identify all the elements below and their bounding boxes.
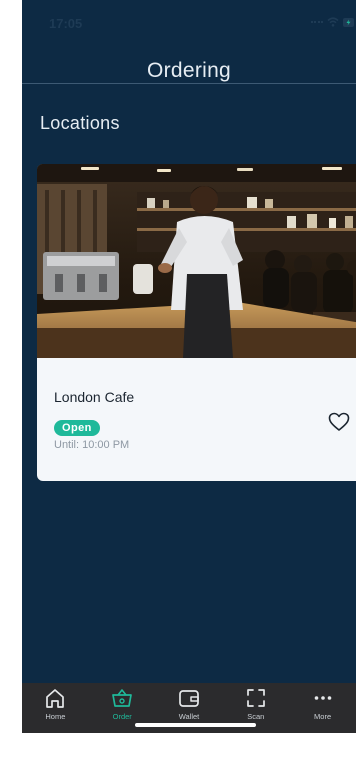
more-icon: [311, 686, 335, 710]
wifi-icon: [327, 17, 339, 27]
page-title: Ordering: [146, 59, 232, 82]
status-time: 17:05: [49, 16, 83, 31]
tab-home[interactable]: Home: [22, 683, 89, 733]
basket-icon: [110, 686, 134, 710]
status-bar: 17:05: [22, 0, 356, 46]
tab-home-label: Home: [45, 712, 66, 721]
scan-icon: [244, 686, 268, 710]
tab-more-label: More: [314, 712, 332, 721]
heart-icon[interactable]: [328, 412, 350, 432]
wallet-icon: [177, 686, 201, 710]
tab-scan-label: Scan: [247, 712, 265, 721]
tab-wallet-label: Wallet: [178, 712, 200, 721]
nav-header: Ordering: [22, 46, 356, 84]
status-badge: Open: [54, 420, 100, 436]
home-indicator: [135, 723, 256, 727]
tab-more[interactable]: More: [289, 683, 356, 733]
opening-hours: Until: 10:00 PM: [54, 439, 130, 451]
tab-order-label: Order: [112, 712, 132, 721]
locations-heading: Locations: [40, 113, 120, 133]
location-card[interactable]: London Cafe Open Until: 10:00 PM: [37, 164, 356, 481]
app-screen: 17:05 Ordering Locations London Cafe Ope…: [22, 0, 356, 733]
cafe-photo: [37, 164, 356, 358]
signal-icon: [311, 20, 323, 24]
location-name: London Cafe: [54, 389, 135, 405]
battery-icon: [343, 17, 354, 27]
status-icons: [311, 17, 354, 27]
home-icon: [43, 686, 67, 710]
